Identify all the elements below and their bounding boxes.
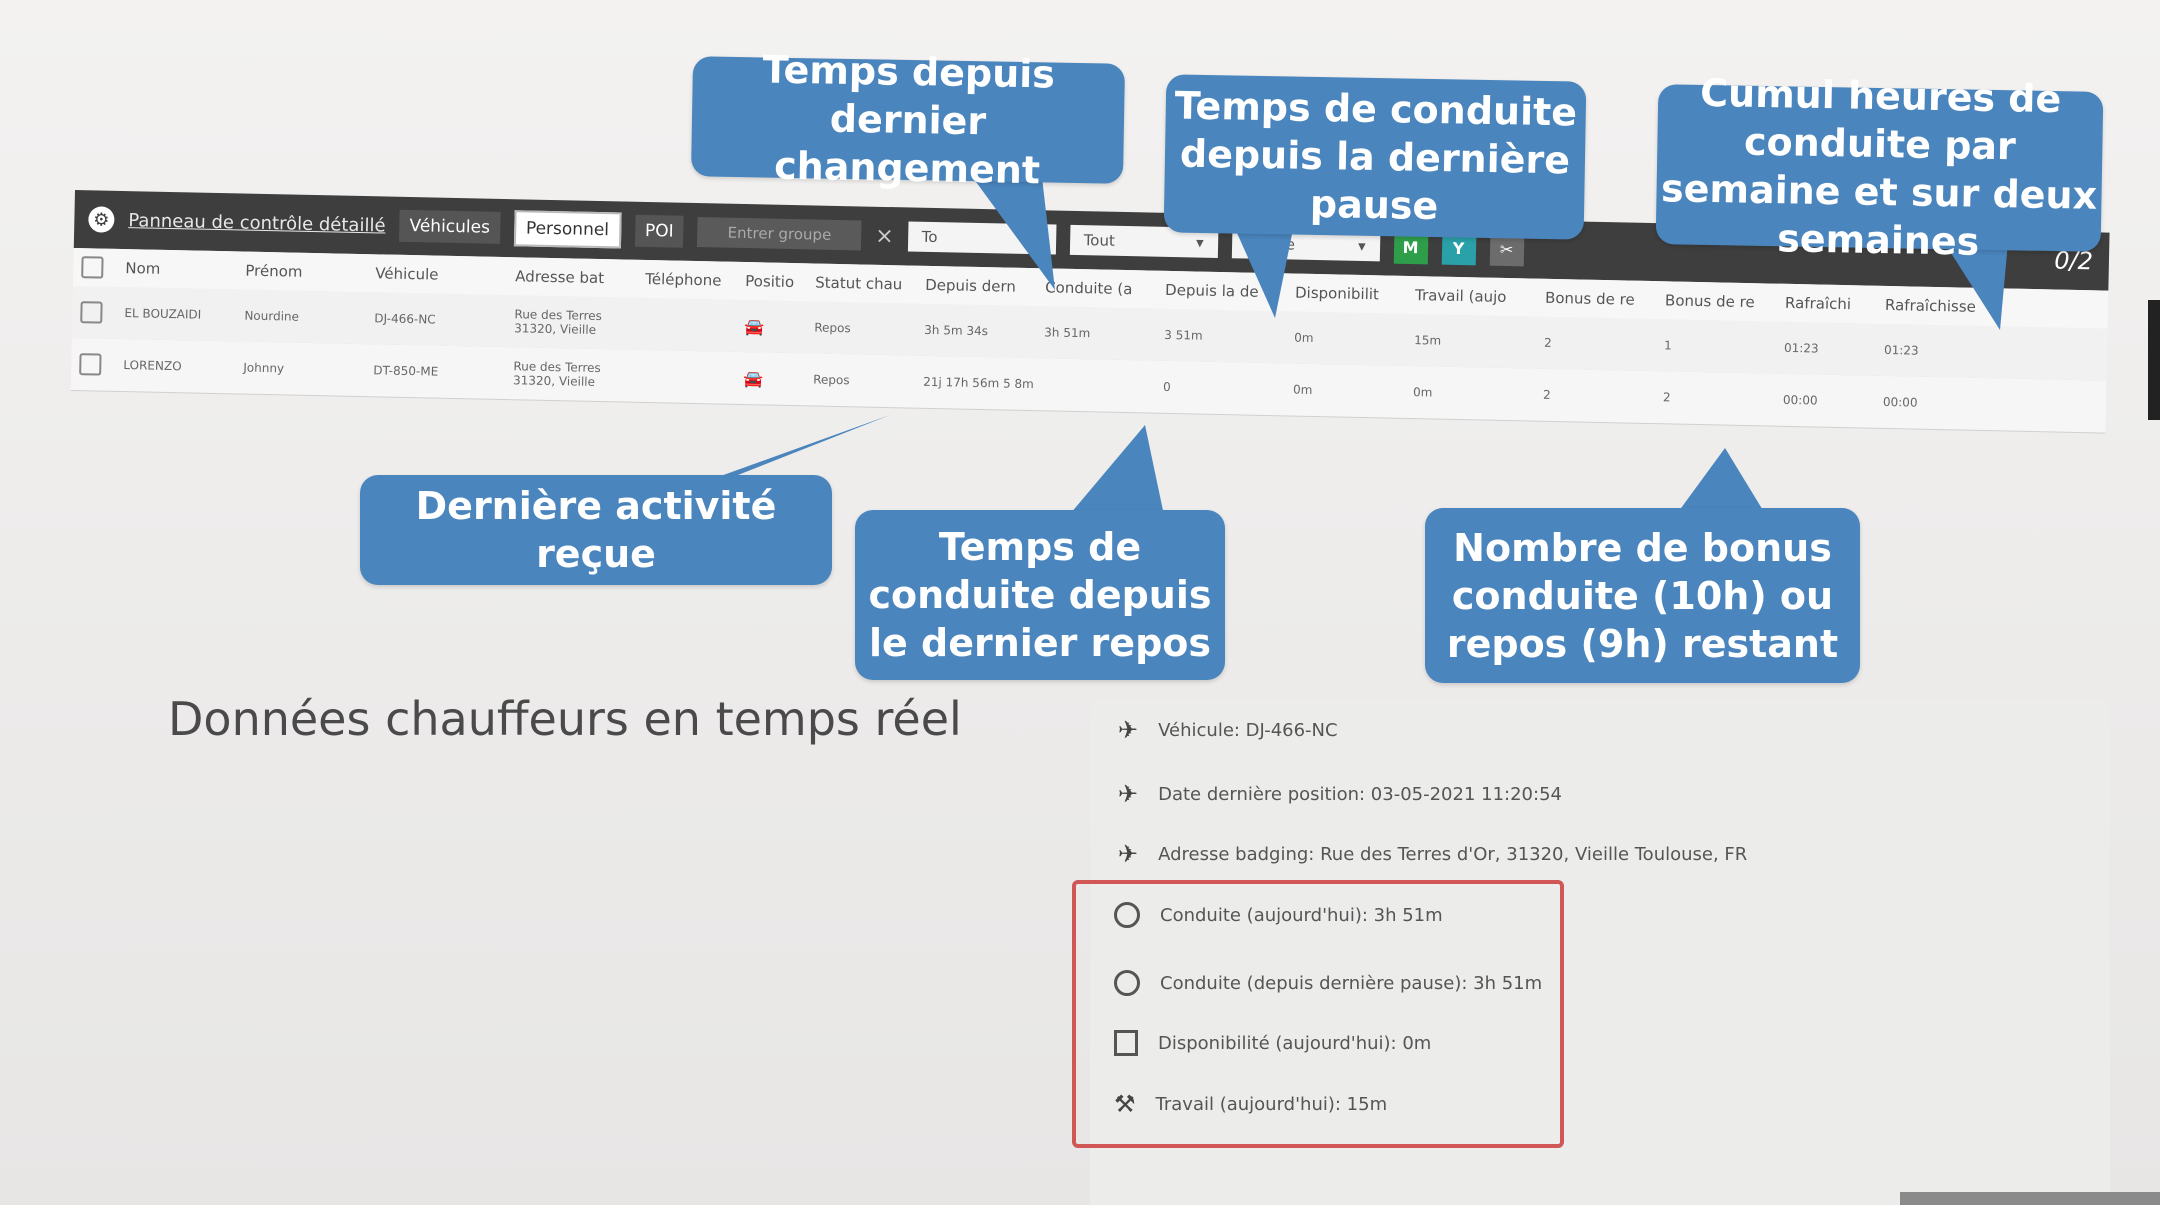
col-prenom[interactable]: Prénom (239, 261, 369, 282)
cell-telephone (637, 376, 737, 378)
cell-nom: LORENZO (123, 358, 182, 374)
car-icon: 🚘 (744, 316, 765, 336)
page-title: Données chauffeurs en temps réel (168, 692, 962, 746)
cell-nom: EL BOUZAIDI (124, 306, 202, 322)
callout-temps-pause: Temps de conduite depuis la dernière pau… (1163, 74, 1587, 240)
callout-cumul-heures: Cumul heures de conduite par semaine et … (1655, 71, 2104, 264)
select-all-checkbox[interactable] (81, 256, 104, 279)
col-rafr-2[interactable]: Rafraîchisse (1879, 296, 1989, 316)
detail-text: Date dernière position: 03-05-2021 11:20… (1158, 783, 1562, 805)
cell-adresse: Rue des Terres 31320, Vieille (508, 307, 639, 338)
cell-depuis: 3h 5m 34s (924, 322, 989, 339)
address-line: 31320, Vieille (514, 321, 597, 337)
detail-text: Véhicule: DJ-466-NC (1158, 719, 1338, 741)
col-vehicule[interactable]: Véhicule (369, 264, 509, 285)
cell-conduite (1037, 384, 1157, 387)
cell-bonus-1: 2 (1543, 335, 1552, 350)
cell-telephone (638, 324, 738, 326)
cell-dispo: 0m (1294, 330, 1314, 345)
cell-vehicule: DT-850-ME (373, 363, 439, 379)
highlight-box (1072, 880, 1564, 1148)
select-all-value: Tout (1083, 231, 1116, 250)
col-nom[interactable]: Nom (119, 259, 239, 280)
tab-poi[interactable]: POI (634, 214, 684, 248)
bottom-bar (1900, 1192, 2160, 1205)
col-travail[interactable]: Travail (aujo (1409, 286, 1539, 307)
cell-adresse: Rue des Terres 31320, Vieille (507, 359, 638, 390)
cell-depuis: 21j 17h 56m 5 8m (923, 374, 1034, 392)
col-position[interactable]: Positio (739, 272, 809, 291)
col-dispo[interactable]: Disponibilit (1289, 283, 1409, 304)
cell-rafr-1: 00:00 (1782, 392, 1818, 408)
cell-statut: Repos (814, 320, 851, 336)
callout-temps-repos: Temps de conduite depuis le dernier repo… (855, 510, 1225, 680)
address-line: 31320, Vieille (512, 373, 596, 389)
col-statut[interactable]: Statut chau (809, 273, 919, 294)
cell-travail: 15m (1414, 333, 1442, 348)
tab-personnel[interactable]: Personnel (513, 210, 622, 249)
screen-edge (2148, 300, 2160, 420)
cell-vehicule: DJ-466-NC (374, 311, 436, 327)
detail-text: Adresse badging: Rue des Terres d'Or, 31… (1158, 843, 1748, 865)
cell-bonus-1: 2 (1542, 387, 1551, 402)
col-rafr-1[interactable]: Rafraîchi (1779, 294, 1879, 314)
col-telephone[interactable]: Téléphone (639, 270, 739, 290)
callout-temps-changement: Temps depuis dernier changement (690, 47, 1126, 192)
car-icon: 🚘 (743, 368, 764, 388)
col-depuis-pause[interactable]: Depuis la de (1159, 281, 1289, 302)
select-status[interactable]: To ▾ (907, 221, 1056, 255)
detail-row: ✈ Véhicule: DJ-466-NC (1118, 716, 1338, 744)
select-status-value: To (921, 227, 938, 247)
detail-row: ✈ Date dernière position: 03-05-2021 11:2… (1118, 780, 1562, 808)
chevron-down-icon: ▾ (1357, 236, 1366, 256)
gear-icon[interactable]: ⚙ (88, 206, 115, 233)
cell-rafr-1: 01:23 (1783, 340, 1819, 356)
col-depuis[interactable]: Depuis dern (919, 276, 1039, 297)
cell-conduite: 3h 51m (1044, 325, 1091, 341)
cell-rafr-2: 00:00 (1882, 394, 1918, 410)
cell-rafr-2: 01:23 (1883, 342, 1919, 358)
group-input[interactable]: Entrer groupe (697, 217, 862, 251)
col-bonus-1[interactable]: Bonus de re (1539, 289, 1659, 310)
row-checkbox[interactable] (79, 353, 102, 376)
cell-travail: 0m (1412, 385, 1433, 400)
cell-bonus-2: 2 (1662, 390, 1671, 405)
tab-vehicules[interactable]: Véhicules (399, 209, 501, 244)
callout-derniere-activite: Dernière activité reçue (360, 475, 832, 585)
clear-icon[interactable]: × (875, 223, 894, 248)
col-adresse[interactable]: Adresse bat (509, 267, 639, 288)
detail-row: ✈ Adresse badging: Rue des Terres d'Or, 3… (1118, 840, 1747, 868)
pointer-repos (1065, 425, 1165, 520)
cell-dispo: 0m (1292, 382, 1313, 397)
cell-depuis-pause: 0 (1162, 379, 1171, 394)
chevron-down-icon: ▾ (1033, 230, 1042, 249)
chevron-down-icon: ▾ (1195, 233, 1204, 252)
select-all-2-value: Tout le (1245, 234, 1296, 254)
col-bonus-2[interactable]: Bonus de re (1659, 291, 1779, 312)
cell-depuis-pause: 3 51m (1164, 327, 1203, 343)
panel-title-link[interactable]: Panneau de contrôle détaillé (128, 210, 386, 236)
pin-icon: ✈ (1118, 780, 1139, 808)
cell-bonus-2: 1 (1663, 338, 1672, 353)
callout-nombre-bonus: Nombre de bonus conduite (10h) ou repos … (1425, 508, 1860, 683)
cell-prenom: Johnny (243, 360, 285, 376)
cell-prenom: Nourdine (244, 308, 300, 324)
pin-icon: ✈ (1118, 840, 1139, 868)
pin-icon: ✈ (1118, 716, 1139, 744)
row-checkbox[interactable] (80, 301, 103, 324)
cell-statut: Repos (813, 372, 850, 388)
col-conduite[interactable]: Conduite (a (1039, 278, 1159, 299)
